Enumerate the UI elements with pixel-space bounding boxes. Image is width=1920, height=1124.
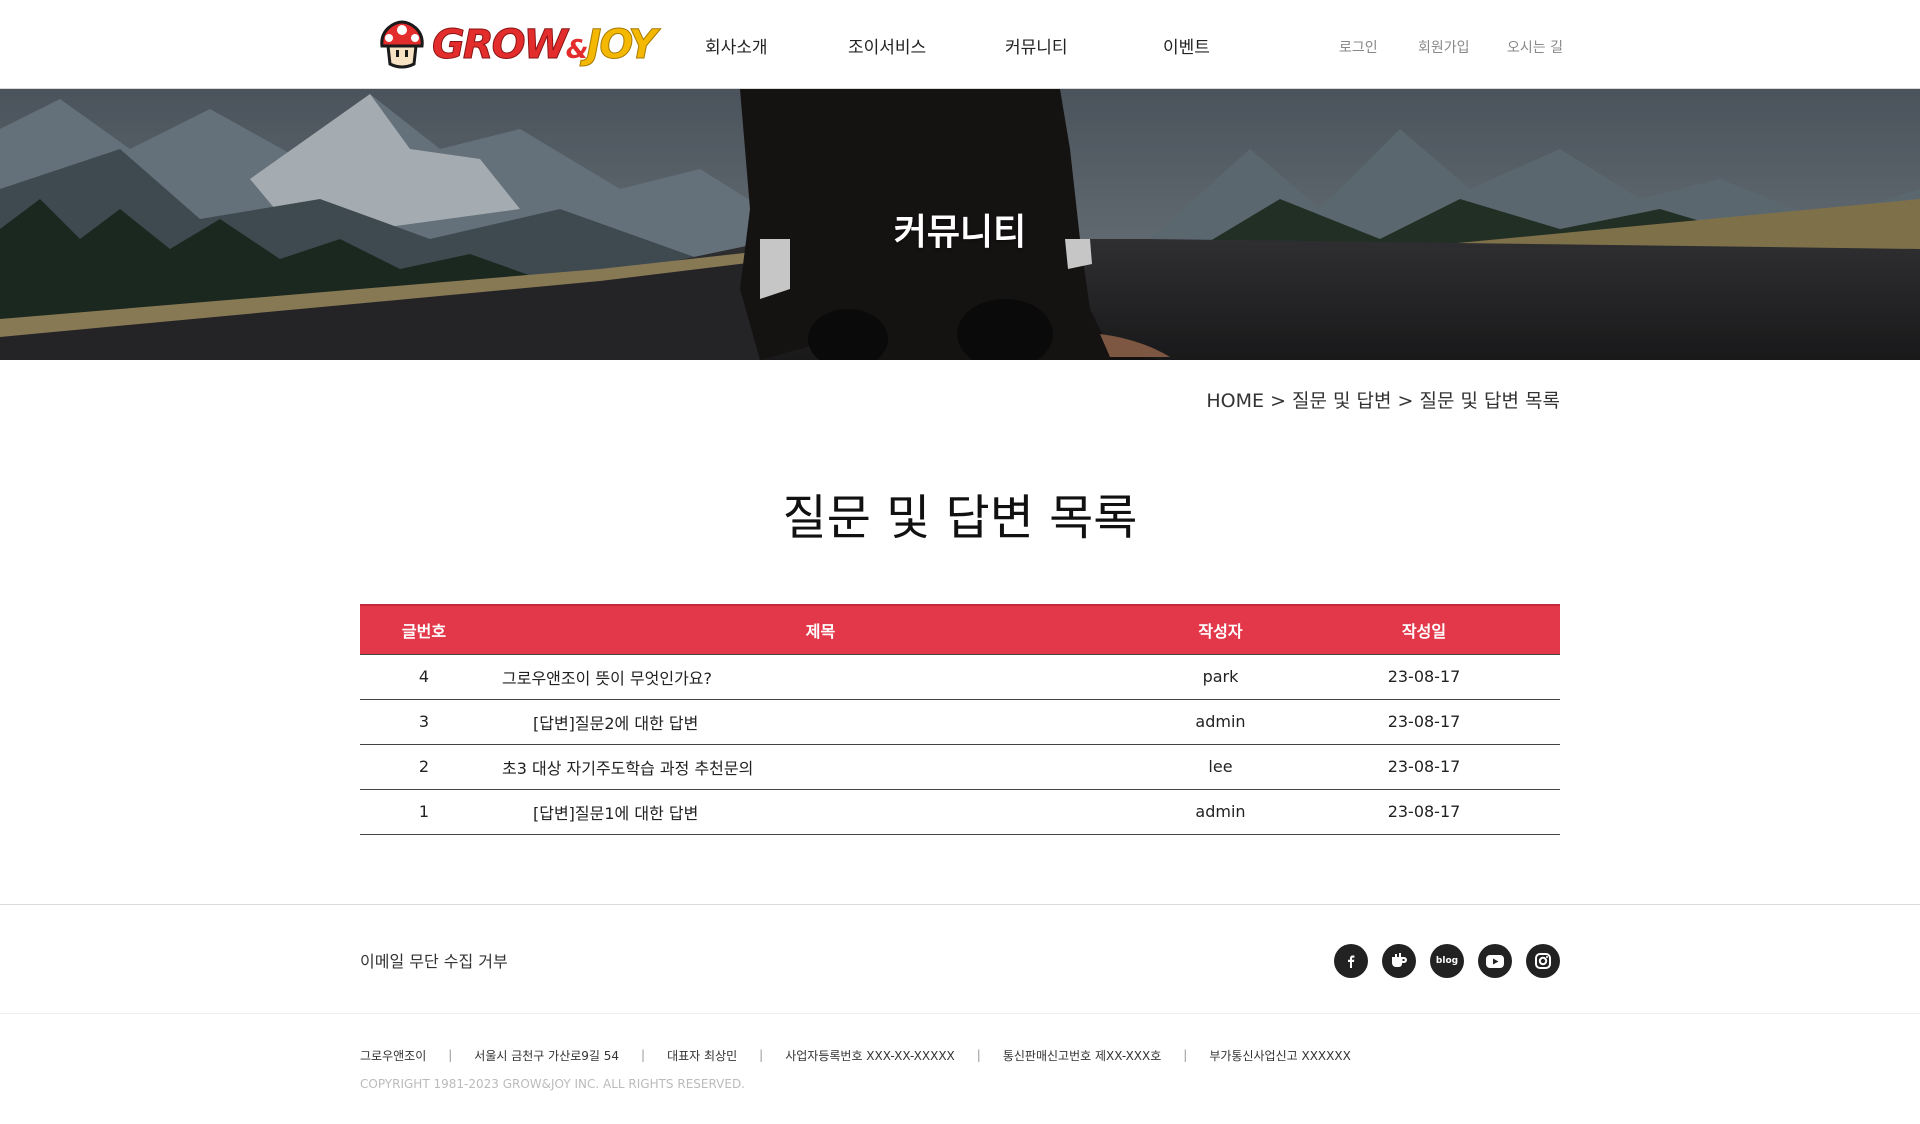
row-date: 23-08-17 [1288, 699, 1560, 745]
row-date: 23-08-17 [1288, 653, 1560, 700]
info-separator: | [641, 1048, 646, 1062]
nav-item-event[interactable]: 이벤트 [1163, 33, 1210, 58]
directions-link[interactable]: 오시는 길 [1507, 37, 1563, 57]
table-row[interactable]: 3 [답변]질문2에 대한 답변 admin 23-08-17 [360, 699, 1560, 745]
row-date: 23-08-17 [1288, 789, 1560, 835]
info-separator: | [1183, 1048, 1188, 1062]
row-author: admin [1153, 789, 1288, 835]
qna-board-table: 글번호 제목 작성자 작성일 4 그로우앤조이 뜻이 무엇인가요? park 2… [360, 604, 1560, 835]
login-link[interactable]: 로그인 [1339, 37, 1378, 57]
row-date: 23-08-17 [1288, 744, 1560, 790]
table-row[interactable]: 4 그로우앤조이 뜻이 무엇인가요? park 23-08-17 [360, 653, 1560, 700]
column-header-subject: 제목 [488, 604, 1153, 654]
hero-banner: 커뮤니티 [0, 89, 1920, 360]
row-subject[interactable]: 초3 대상 자기주도학습 과정 추천문의 [488, 744, 1153, 790]
row-subject-text: [답변]질문2에 대한 답변 [533, 713, 699, 733]
row-author: park [1153, 653, 1288, 700]
telecom-registration: 부가통신사업신고 XXXXXX [1209, 1048, 1351, 1063]
nav-item-company[interactable]: 회사소개 [705, 33, 768, 58]
info-separator: | [759, 1048, 764, 1062]
row-subject-link[interactable]: [답변]질문1에 대한 답변 [502, 804, 698, 823]
breadcrumb: HOME > 질문 및 답변 > 질문 및 답변 목록 [1206, 390, 1560, 412]
row-subject-link[interactable]: [답변]질문2에 대한 답변 [502, 714, 698, 733]
instagram-icon[interactable] [1526, 944, 1560, 978]
column-header-author: 작성자 [1153, 604, 1288, 654]
logo-text-grow: GROW [432, 22, 569, 68]
row-subject-text: 그로우앤조이 뜻이 무엇인가요? [502, 668, 713, 688]
business-registration-number: 사업자등록번호 XXX-XX-XXXXX [785, 1048, 955, 1063]
row-number: 2 [360, 744, 488, 790]
facebook-icon[interactable] [1334, 944, 1368, 978]
row-author: admin [1153, 699, 1288, 745]
row-subject-link[interactable]: 초3 대상 자기주도학습 과정 추천문의 [502, 759, 753, 778]
info-separator: | [448, 1048, 453, 1062]
logo-text-amp: & [565, 35, 589, 65]
company-address: 서울시 금천구 가산로9길 54 [474, 1048, 620, 1063]
footer-divider-top [0, 904, 1920, 905]
signup-link[interactable]: 회원가입 [1418, 37, 1470, 57]
row-subject[interactable]: [답변]질문2에 대한 답변 [488, 699, 1153, 745]
info-separator: | [976, 1048, 981, 1062]
logo-wordmark: GROW&JOY [432, 22, 658, 68]
row-subject-text: [답변]질문1에 대한 답변 [533, 803, 699, 823]
site-logo[interactable]: GROW&JOY [378, 20, 658, 70]
row-number: 4 [360, 653, 488, 700]
table-header-row: 글번호 제목 작성자 작성일 [360, 604, 1560, 654]
company-name: 그로우앤조이 [360, 1048, 427, 1063]
nav-item-community[interactable]: 커뮤니티 [1005, 33, 1068, 58]
table-row[interactable]: 2 초3 대상 자기주도학습 과정 추천문의 lee 23-08-17 [360, 744, 1560, 790]
row-subject[interactable]: [답변]질문1에 대한 답변 [488, 789, 1153, 835]
footer-divider-mid [0, 1013, 1920, 1014]
email-policy-link[interactable]: 이메일 무단 수집 거부 [360, 948, 508, 972]
kakao-story-icon[interactable] [1382, 944, 1416, 978]
row-subject-text: 초3 대상 자기주도학습 과정 추천문의 [502, 758, 754, 778]
company-ceo: 대표자 최상민 [667, 1048, 738, 1063]
youtube-icon[interactable] [1478, 944, 1512, 978]
column-header-date: 작성일 [1288, 604, 1560, 654]
company-info: 그로우앤조이 | 서울시 금천구 가산로9길 54 | 대표자 최상민 | 사업… [360, 1046, 1351, 1064]
mushroom-icon [380, 20, 424, 69]
row-number: 1 [360, 789, 488, 835]
column-header-number: 글번호 [360, 604, 488, 654]
blog-icon[interactable]: blog [1430, 944, 1464, 978]
table-row[interactable]: 1 [답변]질문1에 대한 답변 admin 23-08-17 [360, 789, 1560, 835]
row-subject-link[interactable]: 그로우앤조이 뜻이 무엇인가요? [502, 669, 712, 688]
mail-order-registration-number: 통신판매신고번호 제XX-XXX호 [1002, 1048, 1162, 1063]
row-subject[interactable]: 그로우앤조이 뜻이 무엇인가요? [488, 653, 1153, 700]
blog-icon-label: blog [1435, 956, 1459, 966]
logo-text-joy: JOY [586, 22, 658, 68]
site-header: GROW&JOY 회사소개 조이서비스 커뮤니티 이벤트 로그인 회원가입 오시… [0, 0, 1920, 89]
copyright: COPYRIGHT 1981-2023 GROW&JOY INC. ALL RI… [360, 1077, 745, 1091]
row-author: lee [1153, 744, 1288, 790]
nav-item-joy-service[interactable]: 조이서비스 [848, 33, 926, 58]
hero-title: 커뮤니티 [893, 212, 1027, 253]
page-title: 질문 및 답변 목록 [782, 490, 1138, 546]
row-number: 3 [360, 699, 488, 745]
